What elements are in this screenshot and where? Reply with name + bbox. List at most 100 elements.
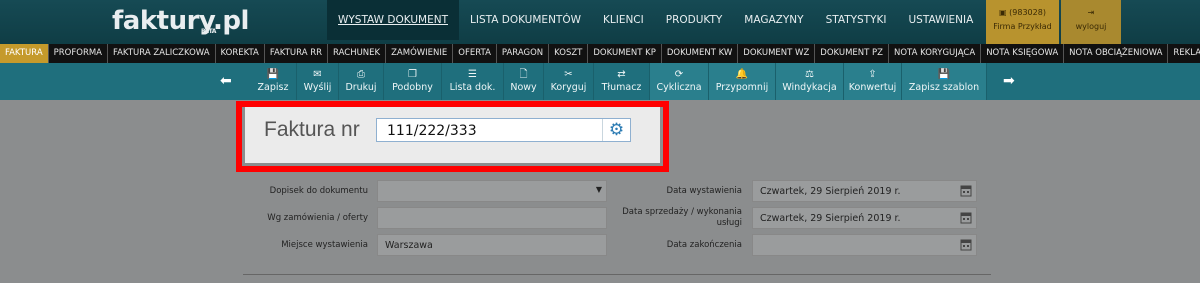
calendar-icon[interactable]	[960, 184, 972, 197]
tools-icon: ✂	[564, 69, 573, 80]
nav-magazyny[interactable]: MAGAZYNY	[733, 0, 814, 40]
miejsce-value: Warszawa	[385, 240, 433, 251]
toolbar-button-label: Przypomnij	[715, 82, 769, 93]
nav-ustawienia[interactable]: USTAWIENIA	[898, 0, 985, 40]
toolbar-button-label: Podobny	[392, 82, 433, 93]
list-icon: ☰	[468, 69, 477, 80]
doc-type-tab[interactable]: PARAGON	[497, 44, 550, 63]
send-icon: ✉	[313, 69, 322, 80]
label-wg-zamowienia: Wg zamówienia / oferty	[267, 213, 368, 223]
dopisek-select[interactable]: ▼	[377, 180, 607, 202]
doc-type-tab[interactable]: DOKUMENT PZ	[815, 44, 889, 63]
save-icon: 💾	[266, 69, 280, 80]
logout-button[interactable]: ⇥ wyloguj	[1061, 0, 1121, 44]
toolbar-button-label: Lista dok.	[449, 82, 496, 93]
arrow-left-icon[interactable]: ⬅	[220, 73, 232, 89]
toolbar-button-label: Cykliczna	[656, 82, 702, 93]
label-data-sprzedazy: Data sprzedaży / wykonania usługi	[622, 207, 742, 228]
label-miejsce: Miejsce wystawienia	[281, 240, 368, 250]
logo[interactable]: faktury.pl BETA	[112, 6, 249, 36]
account-button[interactable]: ▣ (983028) Firma Przykład	[986, 0, 1059, 44]
toolbar-button-windykacja[interactable]: ⚖ Windykacja	[776, 63, 844, 100]
doc-type-tab[interactable]: NOTA KORYGUJĄCA	[889, 44, 982, 63]
nav-produkty[interactable]: PRODUKTY	[655, 0, 734, 40]
doc-type-tab[interactable]: OFERTA	[453, 44, 497, 63]
data-wystawienia-input[interactable]: Czwartek, 29 Sierpień 2019 r.	[752, 180, 977, 202]
toolbar-button-przypomnij[interactable]: 🔔 Przypomnij	[709, 63, 776, 100]
toolbar-button-nowy[interactable]: 🗋 Nowy	[504, 63, 544, 100]
toolbar-button-lista-dok-[interactable]: ☰ Lista dok.	[442, 63, 504, 100]
print-icon: ⎙	[357, 69, 365, 80]
account-id: (983028)	[1009, 8, 1046, 17]
toolbar-button-drukuj[interactable]: ⎙ Drukuj	[339, 63, 384, 100]
toolbar-button-podobny[interactable]: ❐ Podobny	[384, 63, 442, 100]
toolbar-button-label: Zapisz	[257, 82, 289, 93]
save-template-icon: 💾	[937, 69, 951, 80]
doc-type-tab[interactable]: FAKTURA	[0, 44, 49, 63]
toolbar-button-label: Koryguj	[550, 82, 587, 93]
copy-icon: ❐	[408, 69, 417, 80]
toolbar-button-cykliczna[interactable]: ⟳ Cykliczna	[650, 63, 709, 100]
doc-type-tab[interactable]: KOREKTA	[216, 44, 265, 63]
toolbar-button-konwertuj[interactable]: ⇪ Konwertuj	[844, 63, 902, 100]
toolbar-button-koryguj[interactable]: ✂ Koryguj	[544, 63, 594, 100]
nav-statystyki[interactable]: STATYSTYKI	[815, 0, 898, 40]
nav-lista-dokumentow[interactable]: LISTA DOKUMENTÓW	[459, 0, 592, 40]
toolbar-button-tłumacz[interactable]: ⇄ Tłumacz	[594, 63, 650, 100]
label-dopisek: Dopisek do dokumentu	[269, 186, 368, 196]
calendar-icon[interactable]	[960, 238, 972, 251]
nav-klienci[interactable]: KLIENCI	[592, 0, 655, 40]
doc-type-tab[interactable]: NOTA KSIĘGOWA	[981, 44, 1065, 63]
document-type-bar: FAKTURA PROFORMA FAKTURA ZALICZKOWA KOREKTA…	[0, 44, 1200, 63]
new-doc-icon: 🗋	[519, 69, 528, 80]
toolbar-button-label: Konwertuj	[848, 82, 897, 93]
toolbar-button-label: Wyślij	[303, 82, 332, 93]
data-zakonczenia-input[interactable]	[752, 234, 977, 256]
logout-label: wyloguj	[1075, 22, 1107, 31]
translate-icon: ⇄	[617, 69, 626, 80]
caret-down-icon: ▼	[595, 185, 602, 194]
data-sprzedazy-input[interactable]: Czwartek, 29 Sierpień 2019 r.	[752, 207, 977, 229]
label-data-wystawienia: Data wystawienia	[666, 186, 742, 196]
doc-type-tab[interactable]: DOKUMENT KP	[588, 44, 662, 63]
doc-type-tab[interactable]: FAKTURA RR	[265, 44, 329, 63]
bell-icon: 🔔	[735, 69, 749, 80]
doc-type-tab[interactable]: FAKTURA ZALICZKOWA	[108, 44, 216, 63]
highlight-frame	[236, 101, 669, 172]
toolbar-button-label: Drukuj	[345, 82, 377, 93]
logout-icon: ⇥	[1087, 8, 1095, 17]
gavel-icon: ⚖	[805, 69, 814, 80]
data-wystawienia-value: Czwartek, 29 Sierpień 2019 r.	[760, 186, 901, 197]
doc-type-tab[interactable]: NOTA OBCIĄŻENIOWA	[1064, 44, 1169, 63]
toolbar-button-wyślij[interactable]: ✉ Wyślij	[297, 63, 339, 100]
account-icon: ▣ (983028)	[999, 8, 1046, 17]
toolbar-button-zapisz-szablon[interactable]: 💾 Zapisz szablon	[902, 63, 987, 100]
toolbar-button-label: Zapisz szablon	[908, 82, 980, 93]
toolbar-button-zapisz[interactable]: 💾 Zapisz	[250, 63, 297, 100]
arrow-right-icon[interactable]: ➡	[1003, 73, 1015, 89]
logo-badge: BETA	[201, 28, 216, 35]
toolbar-button-label: Windykacja	[782, 82, 837, 93]
cycle-icon: ⟳	[674, 69, 684, 80]
wg-zamowienia-input[interactable]	[377, 207, 607, 229]
main-nav: WYSTAW DOKUMENT LISTA DOKUMENTÓW KLIENCI…	[327, 0, 984, 44]
logo-text: faktury.pl	[112, 6, 249, 36]
doc-type-tab[interactable]: DOKUMENT KW	[662, 44, 739, 63]
top-bar: faktury.pl BETA WYSTAW DOKUMENT LISTA DO…	[0, 0, 1200, 44]
toolbar-button-label: Nowy	[510, 82, 537, 93]
doc-type-tab[interactable]: REKLAMACJA	[1168, 44, 1200, 63]
doc-type-tab[interactable]: ZAMÓWIENIE	[386, 44, 454, 63]
data-sprzedazy-value: Czwartek, 29 Sierpień 2019 r.	[760, 213, 901, 224]
doc-type-tab[interactable]: RACHUNEK	[328, 44, 387, 63]
doc-type-tab[interactable]: PROFORMA	[49, 44, 108, 63]
divider	[243, 274, 991, 275]
nav-wystaw-dokument[interactable]: WYSTAW DOKUMENT	[327, 0, 459, 40]
toolbar-button-label: Tłumacz	[601, 82, 642, 93]
action-toolbar: ⬅ ➡ 💾 Zapisz ✉ Wyślij ⎙ Drukuj ❐ Podobny ☰ Lista …	[0, 63, 1200, 100]
doc-type-tab[interactable]: KOSZT	[549, 44, 589, 63]
calendar-icon[interactable]	[960, 211, 972, 224]
doc-type-tab[interactable]: DOKUMENT WZ	[738, 44, 816, 63]
label-data-zakonczenia: Data zakończenia	[666, 240, 742, 250]
miejsce-input[interactable]: Warszawa	[377, 234, 607, 256]
upload-icon: ⇪	[868, 69, 877, 80]
